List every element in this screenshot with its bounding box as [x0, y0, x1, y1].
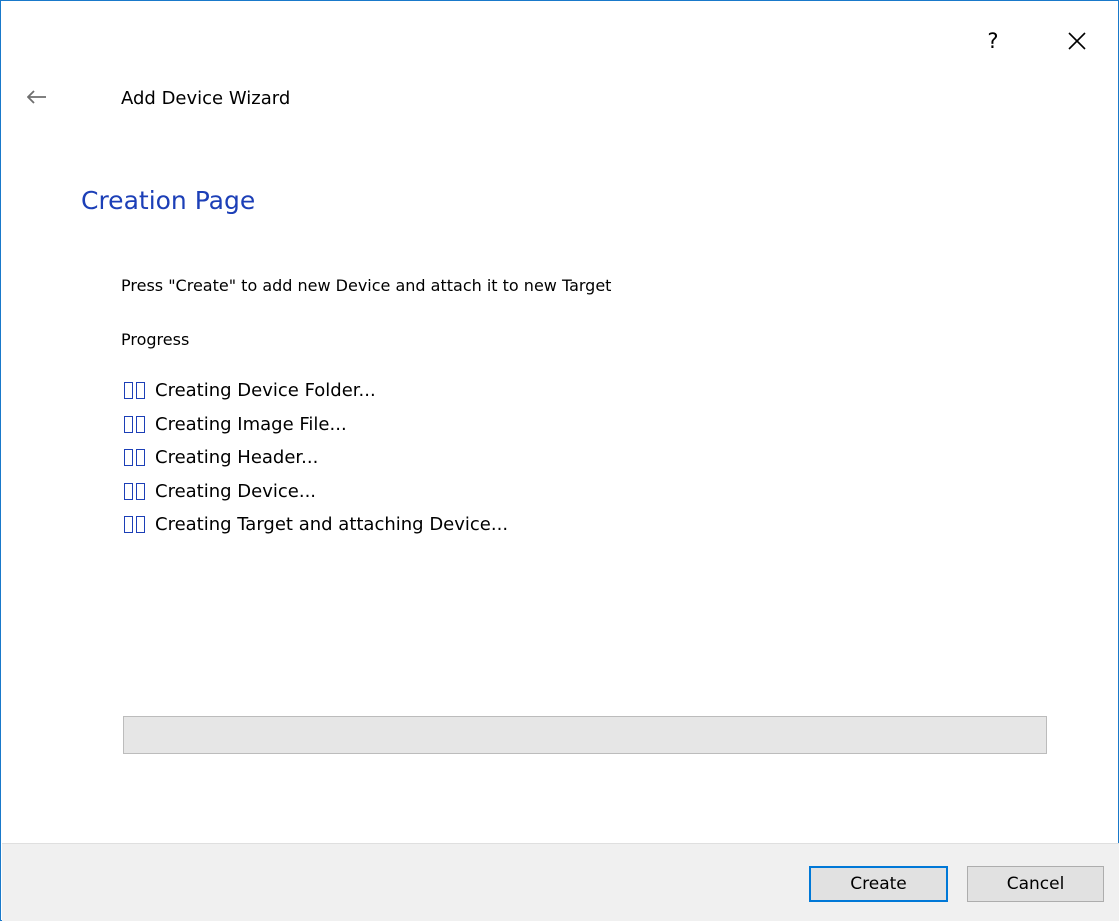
- page-title: Creation Page: [81, 186, 256, 215]
- step-item: Creating Device Folder...: [124, 374, 508, 408]
- help-button[interactable]: ?: [973, 23, 1013, 59]
- help-icon: ?: [987, 29, 999, 53]
- wizard-title: Add Device Wizard: [121, 88, 291, 109]
- close-icon: [1068, 32, 1086, 50]
- progress-label: Progress: [121, 330, 190, 349]
- back-button[interactable]: [17, 81, 57, 113]
- step-label: Creating Device Folder...: [155, 380, 376, 402]
- pending-step-icon: [124, 449, 145, 467]
- pending-step-icon: [124, 415, 145, 433]
- step-item: Creating Device...: [124, 475, 508, 509]
- pending-step-icon: [124, 382, 145, 400]
- cancel-button[interactable]: Cancel: [967, 866, 1104, 902]
- pending-step-icon: [124, 482, 145, 500]
- wizard-window: ? Add Device Wizard Creation Page Press …: [0, 0, 1119, 921]
- close-button[interactable]: [1055, 21, 1099, 61]
- step-label: Creating Header...: [155, 447, 319, 469]
- step-list: Creating Device Folder... Creating Image…: [124, 374, 508, 542]
- instruction-text: Press "Create" to add new Device and att…: [121, 276, 612, 295]
- create-button[interactable]: Create: [809, 866, 948, 902]
- step-item: Creating Image File...: [124, 408, 508, 442]
- pending-step-icon: [124, 516, 145, 534]
- step-label: Creating Image File...: [155, 413, 347, 435]
- arrow-left-icon: [27, 90, 46, 104]
- footer-bar: Create Cancel: [2, 843, 1119, 921]
- step-label: Creating Device...: [155, 480, 317, 502]
- step-label: Creating Target and attaching Device...: [155, 514, 509, 536]
- step-item: Creating Target and attaching Device...: [124, 508, 508, 542]
- progress-bar: [123, 716, 1047, 754]
- step-item: Creating Header...: [124, 441, 508, 475]
